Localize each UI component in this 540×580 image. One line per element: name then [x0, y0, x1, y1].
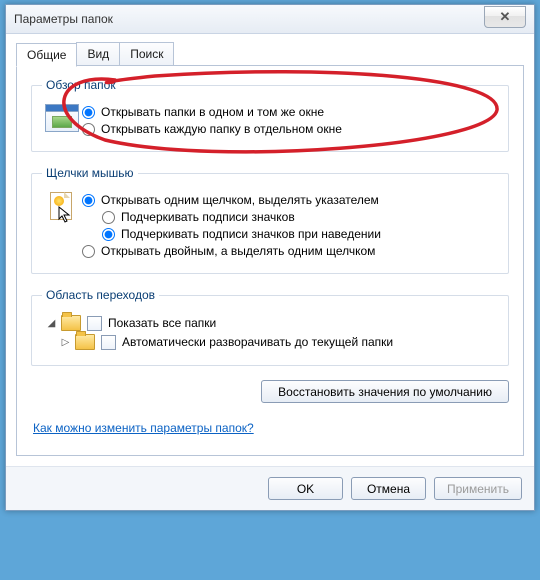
tree-toggle-expand[interactable]: ▷: [60, 337, 71, 348]
ok-button[interactable]: OK: [268, 477, 343, 500]
label-same-window[interactable]: Открывать папки в одном и том же окне: [101, 105, 324, 119]
label-underline-always[interactable]: Подчеркивать подписи значков: [121, 210, 295, 224]
tree-toggle-collapse[interactable]: ◢: [46, 318, 57, 329]
radio-underline-always[interactable]: [102, 211, 115, 224]
label-show-all[interactable]: Показать все папки: [108, 316, 216, 330]
help-link[interactable]: Как можно изменить параметры папок?: [33, 421, 254, 435]
group-click-legend: Щелчки мышью: [42, 166, 138, 180]
checkbox-auto-expand[interactable]: [101, 335, 116, 350]
close-button[interactable]: ✕: [484, 6, 526, 28]
group-browse-folders: Обзор папок Открывать папки в одном и то…: [31, 78, 509, 152]
radio-same-window[interactable]: [82, 106, 95, 119]
radio-double-click[interactable]: [82, 245, 95, 258]
click-items-icon: [48, 192, 76, 226]
radio-underline-hover[interactable]: [102, 228, 115, 241]
label-underline-hover[interactable]: Подчеркивать подписи значков при наведен…: [121, 227, 381, 241]
radio-own-window[interactable]: [82, 123, 95, 136]
tab-strip: Общие Вид Поиск: [16, 42, 524, 66]
tab-view[interactable]: Вид: [76, 42, 120, 66]
label-auto-expand[interactable]: Автоматически разворачивать до текущей п…: [122, 335, 393, 349]
group-nav-pane: Область переходов ◢ Показать все папки ▷…: [31, 288, 509, 366]
folder-icon: [75, 334, 95, 350]
group-nav-legend: Область переходов: [42, 288, 159, 302]
browse-folders-icon: [45, 104, 79, 132]
apply-button[interactable]: Применить: [434, 477, 522, 500]
checkbox-show-all[interactable]: [87, 316, 102, 331]
group-browse-legend: Обзор папок: [42, 78, 120, 92]
tab-search[interactable]: Поиск: [119, 42, 174, 66]
tab-general[interactable]: Общие: [16, 43, 77, 67]
window-title: Параметры папок: [14, 12, 113, 26]
client-area: Общие Вид Поиск Обзор папок: [6, 34, 534, 466]
cancel-button[interactable]: Отмена: [351, 477, 426, 500]
label-double-click[interactable]: Открывать двойным, а выделять одним щелч…: [101, 244, 375, 258]
group-click-items: Щелчки мышью Открывать одним щелчком, вы…: [31, 166, 509, 274]
dialog-footer: OK Отмена Применить: [6, 466, 534, 510]
tab-panel-general: Обзор папок Открывать папки в одном и то…: [16, 65, 524, 456]
close-icon: ✕: [500, 9, 511, 25]
titlebar: Параметры папок ✕: [6, 5, 534, 34]
label-own-window[interactable]: Открывать каждую папку в отдельном окне: [101, 122, 342, 136]
restore-defaults-button[interactable]: Восстановить значения по умолчанию: [261, 380, 509, 403]
label-single-click[interactable]: Открывать одним щелчком, выделять указат…: [101, 193, 379, 207]
radio-single-click[interactable]: [82, 194, 95, 207]
folder-options-window: Параметры папок ✕ Общие Вид Поиск Обзор …: [5, 4, 535, 511]
cursor-icon: [58, 206, 72, 224]
folder-icon: [61, 315, 81, 331]
